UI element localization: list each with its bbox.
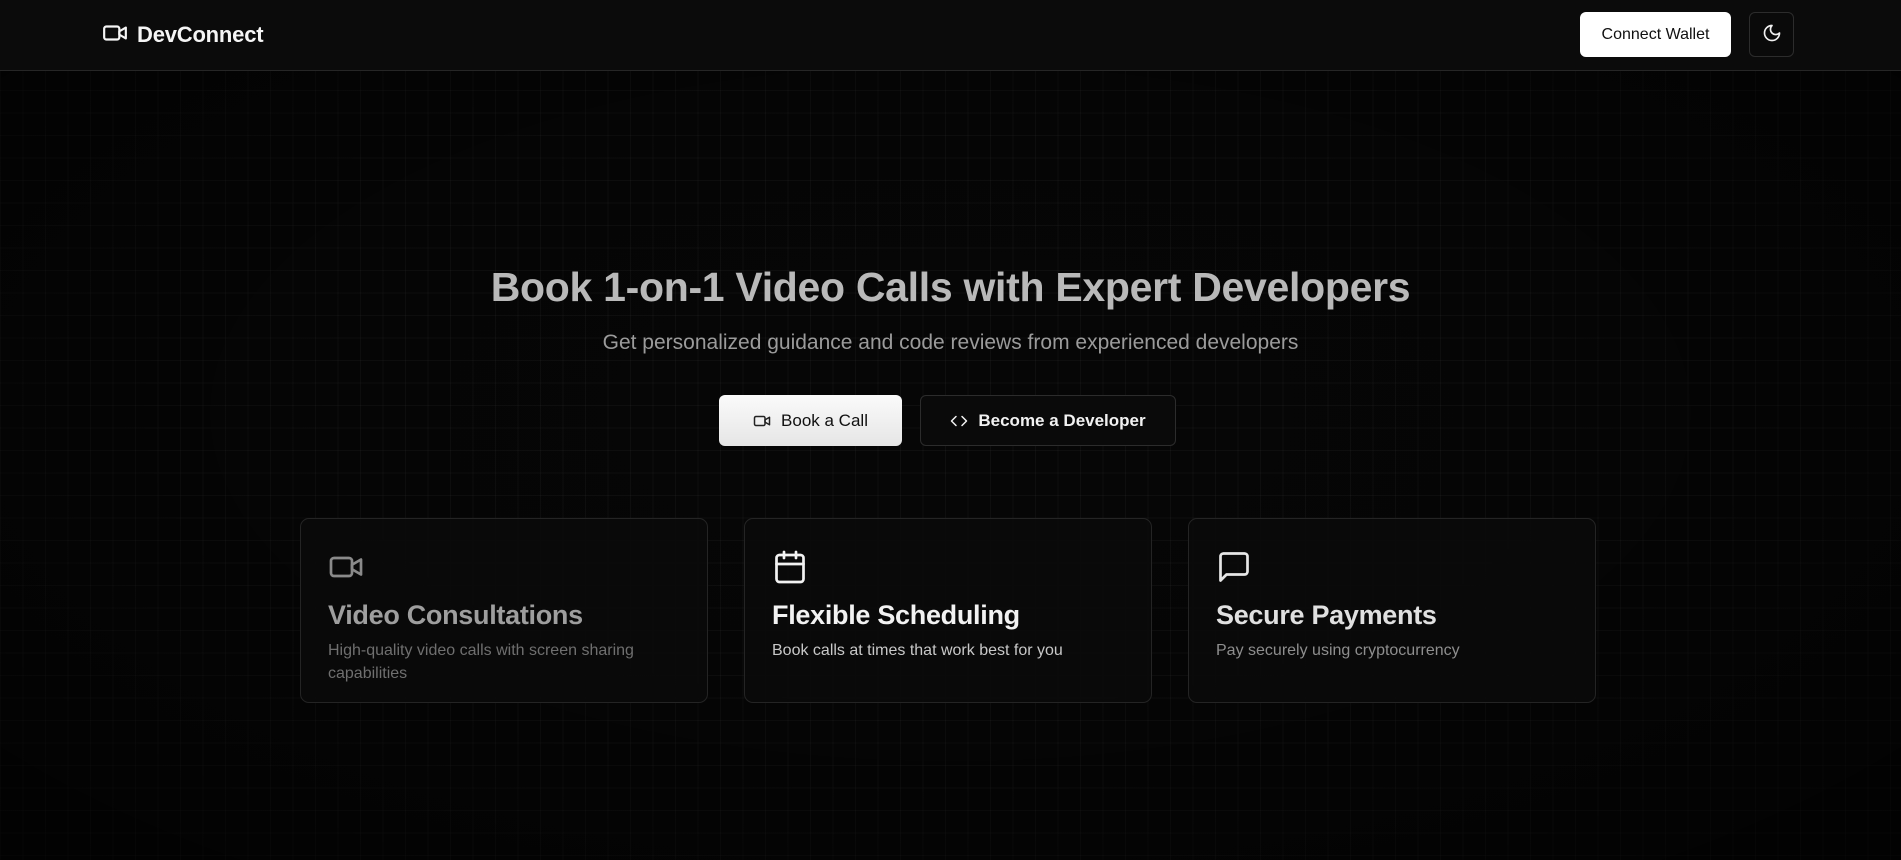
feature-description: Book calls at times that work best for y… — [772, 642, 1063, 659]
feature-card-secure-payments: Secure Payments Pay securely using crypt… — [1188, 518, 1596, 703]
become-developer-button[interactable]: Become a Developer — [920, 395, 1176, 446]
top-nav: DevConnect Connect Wallet — [0, 0, 1901, 71]
video-camera-icon — [753, 412, 771, 430]
feature-description: Pay securely using cryptocurrency — [1216, 642, 1460, 659]
feature-title: Secure Payments — [1216, 600, 1437, 630]
feature-title: Flexible Scheduling — [772, 600, 1020, 630]
video-camera-icon — [102, 20, 128, 51]
hero-title: Book 1-on-1 Video Calls with Expert Deve… — [490, 264, 1411, 310]
feature-title: Video Consultations — [328, 600, 583, 630]
book-call-label: Book a Call — [781, 410, 868, 430]
feature-card-flexible-scheduling: Flexible Scheduling Book calls at times … — [744, 518, 1152, 703]
feature-description: High-quality video calls with screen sha… — [328, 642, 634, 682]
calendar-icon — [772, 549, 1124, 585]
theme-toggle-button[interactable] — [1749, 12, 1794, 57]
code-icon — [950, 412, 968, 430]
page: DevConnect Connect Wallet Book 1-on-1 Vi… — [0, 0, 1901, 860]
message-square-icon — [1216, 549, 1568, 585]
moon-icon — [1762, 23, 1782, 46]
connect-wallet-button[interactable]: Connect Wallet — [1580, 12, 1731, 57]
become-developer-label: Become a Developer — [978, 410, 1146, 430]
hero-actions: Book a Call Become a Developer — [0, 395, 1901, 447]
book-call-button[interactable]: Book a Call — [719, 395, 902, 446]
feature-card-video-consultations: Video Consultations High-quality video c… — [300, 518, 708, 703]
brand-logo[interactable]: DevConnect — [102, 20, 264, 51]
hero-subtitle: Get personalized guidance and code revie… — [602, 331, 1299, 354]
brand-name: DevConnect — [137, 22, 264, 47]
video-camera-icon — [328, 549, 680, 585]
